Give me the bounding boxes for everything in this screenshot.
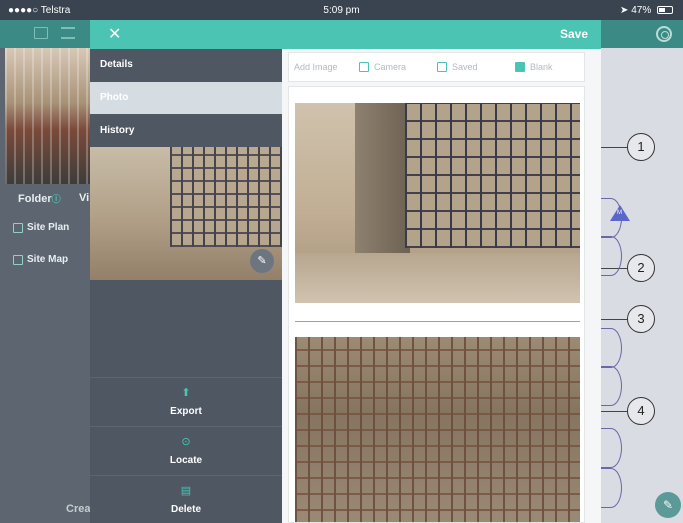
edit-fab-button[interactable]: ✎ [655, 492, 681, 518]
add-image-toolbar: Add Image Camera Saved Blank [288, 52, 585, 82]
background-photo [5, 48, 90, 184]
tab-photo[interactable]: Photo [90, 82, 282, 114]
camera-button[interactable]: Camera [359, 62, 406, 72]
camera-icon [359, 62, 369, 72]
photo-thumbnail[interactable]: ✎ [90, 147, 282, 280]
drawing-arc [600, 328, 622, 368]
location-pin-icon: ⊙ [181, 436, 191, 448]
site-photo-2[interactable] [295, 337, 580, 522]
tab-details[interactable]: Details [90, 49, 282, 81]
drawing-canvas[interactable]: 1 2 3 4 [600, 48, 683, 523]
excavation-ground [295, 253, 580, 303]
add-image-label: Add Image [294, 62, 338, 72]
trash-icon: ▤ [180, 485, 192, 497]
photo-modal: ✕ Save Details Photo History ✎ ⬆ Export … [90, 20, 601, 523]
callout-1: 1 [627, 133, 655, 161]
view-tab[interactable]: Vi [79, 192, 89, 204]
callout-2: 2 [627, 254, 655, 282]
saved-button[interactable]: Saved [437, 62, 478, 72]
blank-button[interactable]: Blank [515, 62, 553, 72]
marker-label: M [617, 210, 622, 216]
site-photo-1[interactable] [295, 103, 580, 303]
list-icon[interactable] [61, 27, 75, 39]
sidebar-item-label: Site Map [27, 254, 69, 265]
callout-4: 4 [627, 397, 655, 425]
gallery-icon [437, 62, 447, 72]
plan-icon [13, 223, 23, 233]
export-icon: ⬆ [181, 387, 191, 399]
image-divider [295, 321, 580, 322]
excavation-wall [355, 103, 410, 253]
tab-history[interactable]: History [90, 115, 282, 147]
delete-button[interactable]: ▤ Delete [90, 475, 282, 523]
close-icon[interactable]: ✕ [108, 27, 124, 43]
edit-photo-pencil-icon[interactable]: ✎ [250, 249, 274, 273]
create-button[interactable]: Crea [66, 503, 90, 515]
camera-label: Camera [374, 62, 407, 72]
rebar-grid [295, 337, 580, 522]
settings-gear-icon[interactable] [656, 26, 672, 42]
battery-icon [657, 6, 673, 14]
battery-percent: 47% [631, 5, 652, 16]
save-button[interactable]: Save [560, 27, 588, 41]
image-list[interactable] [288, 86, 585, 523]
info-icon: ⓘ [51, 194, 61, 204]
map-icon[interactable] [34, 27, 48, 39]
drawing-arc [600, 366, 622, 406]
status-bar: ●●●●○ Telstra 5:09 pm ➤ 47% [0, 0, 683, 20]
leader-line [600, 411, 628, 412]
locate-label: Locate [169, 455, 203, 466]
saved-label: Saved [452, 62, 478, 72]
map-icon [13, 255, 23, 265]
delete-label: Delete [170, 504, 201, 515]
locate-button[interactable]: ⊙ Locate [90, 426, 282, 476]
export-button[interactable]: ⬆ Export [90, 377, 282, 427]
export-label: Export [170, 406, 202, 417]
modal-header: ✕ Save [90, 20, 601, 49]
blank-label: Blank [530, 62, 553, 72]
folder-label: Folder [18, 193, 52, 205]
leader-line [600, 147, 628, 148]
location-arrow-icon: ➤ [620, 5, 629, 16]
status-time: 5:09 pm [323, 5, 360, 16]
blank-page-icon [515, 62, 525, 72]
battery-status: ➤ 47% [620, 5, 673, 16]
folder-tab[interactable]: Folderⓘ [18, 192, 61, 205]
sidebar-item-site-map[interactable]: Site Map [5, 246, 90, 274]
drawing-arc [600, 468, 622, 508]
drawing-arc [600, 428, 622, 468]
rebar-photo-detail [170, 147, 282, 247]
callout-3: 3 [627, 305, 655, 333]
rebar-cage [405, 103, 580, 248]
leader-line [600, 319, 628, 320]
modal-sidebar: Details Photo History ✎ ⬆ Export ⊙ Locat… [90, 49, 282, 523]
drawing-arc [600, 236, 622, 276]
sidebar-item-site-plan[interactable]: Site Plan [5, 214, 90, 242]
sidebar-item-label: Site Plan [27, 222, 70, 233]
